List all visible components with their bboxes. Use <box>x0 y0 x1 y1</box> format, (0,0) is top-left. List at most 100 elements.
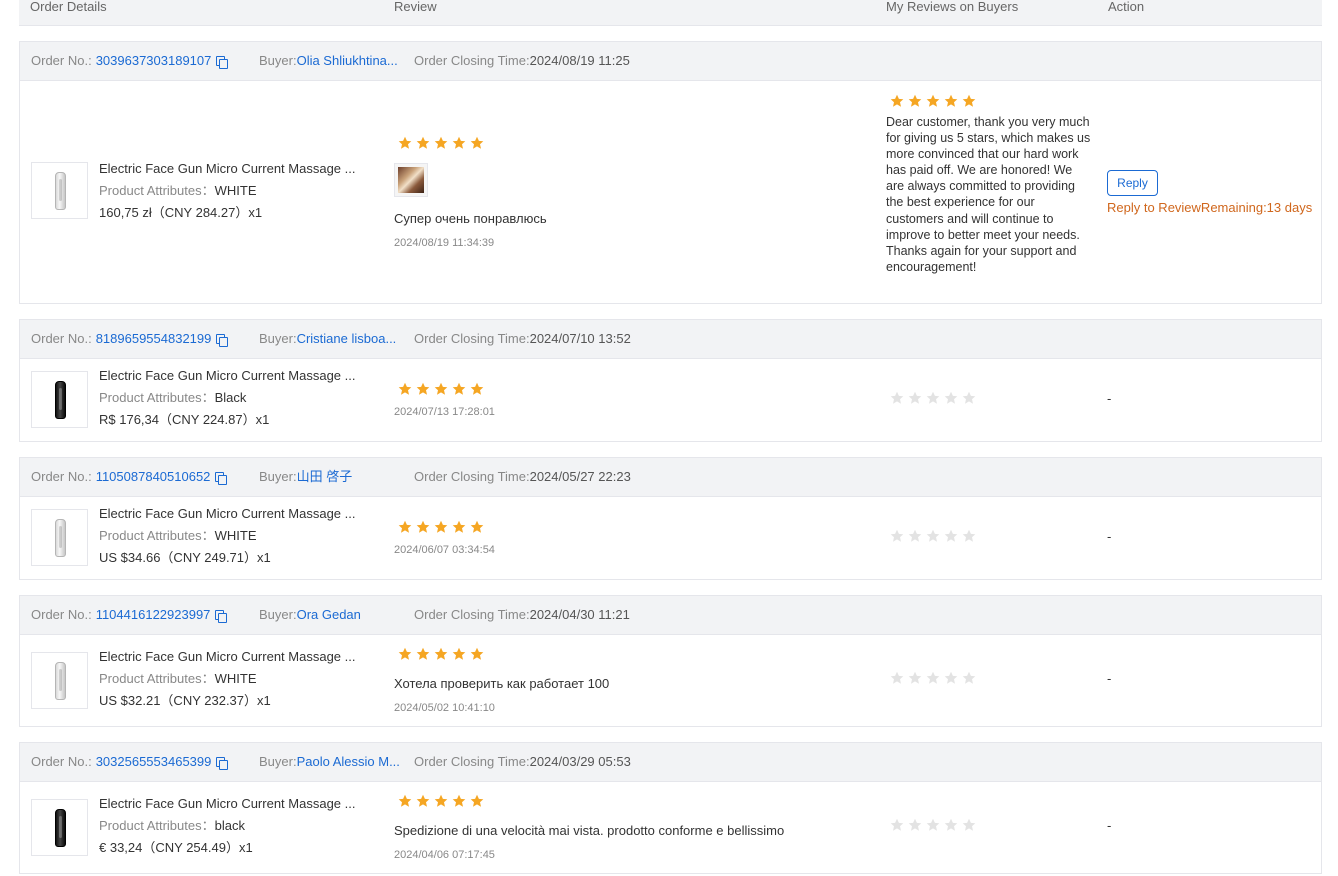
order-card: Order No.: 3032565553465399 Buyer:Paolo A… <box>19 742 1322 874</box>
copy-icon[interactable] <box>215 610 228 623</box>
star-empty-icon <box>908 818 922 831</box>
star-empty-icon <box>962 818 976 831</box>
buyer-link[interactable]: Paolo Alessio M... <box>297 754 400 769</box>
review-text: Хотела проверить как работает 100 <box>394 676 610 691</box>
order-card: Order No.: 1105087840510652 Buyer:山田 啓子 O… <box>19 457 1322 580</box>
product-info: Electric Face Gun Micro Current Massage … <box>99 158 379 224</box>
my-reply-text: Dear customer, thank you very much for g… <box>886 115 1091 274</box>
product-thumbnail[interactable] <box>31 371 88 428</box>
product-title[interactable]: Electric Face Gun Micro Current Massage … <box>99 503 379 525</box>
col-action: Action <box>1108 0 1145 14</box>
buyer-label: Buyer: <box>259 754 297 769</box>
product-title[interactable]: Electric Face Gun Micro Current Massage … <box>99 646 379 668</box>
copy-icon[interactable] <box>216 56 229 69</box>
star-filled-icon <box>908 94 922 107</box>
product-title[interactable]: Electric Face Gun Micro Current Massage … <box>99 793 379 815</box>
attr-label: Product Attributes： <box>99 818 215 833</box>
star-filled-icon <box>452 136 466 149</box>
reply-remaining-text: Reply to ReviewRemaining:13 days <box>1107 200 1313 215</box>
order-body: Electric Face Gun Micro Current Massage … <box>20 81 1321 303</box>
product-thumbnail[interactable] <box>31 509 88 566</box>
star-empty-icon <box>890 391 904 404</box>
product-image <box>55 172 66 210</box>
order-no-link[interactable]: 1104416122923997 <box>96 607 211 622</box>
order-header: Order No.: 8189659554832199 Buyer:Cristia… <box>20 320 1321 359</box>
order-no-link[interactable]: 1105087840510652 <box>96 469 211 484</box>
star-filled-icon <box>452 647 466 660</box>
closing-time-label: Order Closing Time: <box>414 754 530 769</box>
product-image <box>55 809 66 847</box>
closing-time-value: 2024/03/29 05:53 <box>529 754 631 769</box>
buyer-label: Buyer: <box>259 607 297 622</box>
product-image <box>55 519 66 557</box>
product-thumbnail[interactable] <box>31 162 88 219</box>
star-empty-icon <box>908 391 922 404</box>
closing-time-value: 2024/05/27 22:23 <box>529 469 631 484</box>
order-body: Electric Face Gun Micro Current Massage … <box>20 359 1321 441</box>
star-empty-icon <box>926 391 940 404</box>
star-filled-icon <box>434 136 448 149</box>
star-empty-icon <box>908 529 922 542</box>
star-filled-icon <box>416 794 430 807</box>
product-thumbnail[interactable] <box>31 799 88 856</box>
attr-label: Product Attributes： <box>99 528 215 543</box>
star-filled-icon <box>416 520 430 533</box>
review-text: Spedizione di una velocità mai vista. pr… <box>394 823 785 838</box>
product-thumbnail[interactable] <box>31 652 88 709</box>
review-photo[interactable] <box>394 163 428 197</box>
star-filled-icon <box>470 520 484 533</box>
order-no-link[interactable]: 3039637303189107 <box>96 53 212 68</box>
order-no-label: Order No.: <box>31 469 92 484</box>
star-filled-icon <box>926 94 940 107</box>
star-empty-icon <box>926 671 940 684</box>
order-no-label: Order No.: <box>31 331 92 346</box>
star-empty-icon <box>944 671 958 684</box>
review-date: 2024/04/06 07:17:45 <box>394 849 495 861</box>
copy-icon[interactable] <box>215 472 228 485</box>
copy-icon[interactable] <box>216 757 229 770</box>
product-price: 160,75 zł（CNY 284.27）x1 <box>99 205 263 220</box>
star-empty-icon <box>944 391 958 404</box>
col-review: Review <box>394 0 437 14</box>
star-empty-icon <box>926 529 940 542</box>
star-filled-icon <box>470 647 484 660</box>
star-filled-icon <box>434 647 448 660</box>
order-no-link[interactable]: 3032565553465399 <box>96 754 212 769</box>
attr-label: Product Attributes： <box>99 671 215 686</box>
product-title[interactable]: Electric Face Gun Micro Current Massage … <box>99 158 379 180</box>
star-empty-icon <box>944 818 958 831</box>
review-date: 2024/07/13 17:28:01 <box>394 406 495 418</box>
buyer-link[interactable]: Ora Gedan <box>297 607 361 622</box>
star-filled-icon <box>962 94 976 107</box>
order-no-link[interactable]: 8189659554832199 <box>96 331 212 346</box>
closing-time-label: Order Closing Time: <box>414 469 530 484</box>
star-empty-icon <box>962 529 976 542</box>
buyer-rating-stars <box>398 647 484 661</box>
reply-button[interactable]: Reply <box>1107 170 1158 196</box>
my-rating-stars <box>890 529 976 543</box>
buyer-link[interactable]: Cristiane lisboa... <box>297 331 397 346</box>
order-header: Order No.: 3039637303189107 Buyer:Olia Sh… <box>20 42 1321 81</box>
action-dash: - <box>1107 818 1112 833</box>
attr-value: Black <box>214 390 247 405</box>
copy-icon[interactable] <box>216 334 229 347</box>
product-image <box>55 381 66 419</box>
buyer-link[interactable]: Olia Shliukhtina... <box>297 53 398 68</box>
product-price: € 33,24（CNY 254.49）x1 <box>99 840 253 855</box>
star-filled-icon <box>416 136 430 149</box>
attr-value: WHITE <box>214 183 257 198</box>
star-filled-icon <box>434 382 448 395</box>
closing-time-value: 2024/07/10 13:52 <box>529 331 631 346</box>
my-rating-stars <box>890 671 976 685</box>
review-text: Супер очень понравлюсь <box>394 211 547 226</box>
product-title[interactable]: Electric Face Gun Micro Current Massage … <box>99 365 379 387</box>
star-filled-icon <box>398 136 412 149</box>
star-empty-icon <box>890 529 904 542</box>
star-filled-icon <box>470 794 484 807</box>
buyer-rating-stars <box>398 136 484 150</box>
buyer-rating-stars <box>398 520 484 534</box>
buyer-link[interactable]: 山田 啓子 <box>297 469 353 484</box>
closing-time-label: Order Closing Time: <box>414 53 530 68</box>
orders-review-page: Order Details Review My Reviews on Buyer… <box>0 0 1338 876</box>
star-filled-icon <box>452 794 466 807</box>
